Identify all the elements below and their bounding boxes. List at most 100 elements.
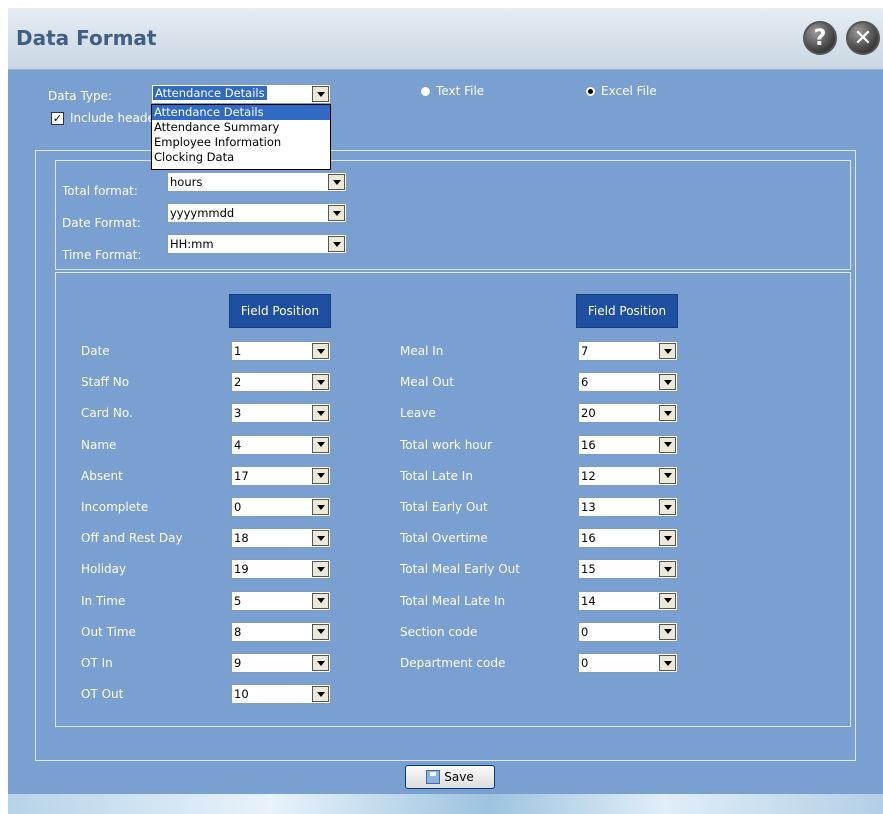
chevron-down-icon[interactable]: [659, 561, 676, 578]
field-label: Meal In: [400, 344, 444, 358]
chevron-down-icon[interactable]: [659, 436, 676, 453]
chevron-down-icon[interactable]: [659, 467, 676, 484]
dropdown-option[interactable]: Attendance Summary: [152, 120, 330, 135]
field-position-header-right: Field Position: [576, 294, 678, 328]
field-position-value: 3: [234, 406, 242, 421]
chevron-down-icon[interactable]: [312, 374, 329, 391]
time-format-label: Time Format:: [62, 248, 142, 262]
field-position-select[interactable]: 18: [231, 528, 331, 549]
chevron-down-icon[interactable]: [328, 174, 345, 190]
dropdown-option[interactable]: Employee Information: [152, 135, 330, 150]
chevron-down-icon[interactable]: [659, 592, 676, 609]
field-position-select[interactable]: 5: [231, 590, 331, 611]
time-format-value: HH:mm: [170, 237, 214, 251]
field-position-select[interactable]: 0: [231, 497, 331, 517]
field-position-select[interactable]: 1: [231, 341, 331, 361]
chevron-down-icon[interactable]: [659, 623, 676, 640]
field-position-select[interactable]: 16: [578, 434, 678, 455]
field-position-select[interactable]: 0: [578, 621, 678, 642]
field-position-value: 0: [581, 624, 589, 639]
dropdown-option[interactable]: Attendance Details: [152, 105, 330, 120]
chevron-down-icon[interactable]: [659, 499, 676, 515]
field-position-value: 4: [234, 437, 242, 452]
chevron-down-icon[interactable]: [312, 655, 329, 671]
field-label: Date: [81, 344, 110, 358]
field-position-select[interactable]: 15: [578, 559, 678, 580]
field-position-select[interactable]: 2: [231, 372, 331, 393]
field-position-select[interactable]: 4: [231, 434, 331, 455]
chevron-down-icon[interactable]: [659, 374, 676, 391]
chevron-down-icon[interactable]: [659, 655, 676, 671]
save-label: Save: [444, 770, 474, 784]
text-file-radio[interactable]: [420, 86, 431, 97]
field-position-value: 9: [234, 656, 242, 670]
data-type-select[interactable]: Attendance Details: [151, 84, 331, 104]
data-type-dropdown[interactable]: Attendance Details Attendance Summary Em…: [151, 104, 331, 170]
chevron-down-icon[interactable]: [312, 86, 329, 102]
field-label: Card No.: [81, 406, 133, 421]
field-position-value: 17: [234, 468, 249, 483]
field-position-value: 1: [234, 344, 242, 358]
field-position-select[interactable]: 7: [578, 341, 678, 361]
field-position-value: 16: [581, 437, 596, 452]
data-type-label: Data Type:: [48, 89, 113, 103]
field-position-header-left: Field Position: [229, 294, 331, 328]
chevron-down-icon[interactable]: [659, 405, 676, 422]
chevron-down-icon[interactable]: [312, 405, 329, 422]
chevron-down-icon[interactable]: [312, 499, 329, 515]
field-position-select[interactable]: 20: [578, 403, 678, 424]
field-label: OT Out: [81, 687, 124, 702]
field-position-value: 6: [581, 375, 589, 390]
field-position-value: 14: [581, 593, 596, 608]
field-position-value: 15: [581, 562, 596, 577]
field-position-select[interactable]: 3: [231, 403, 331, 424]
field-position-select[interactable]: 16: [578, 528, 678, 549]
total-format-select[interactable]: hours: [167, 172, 347, 192]
chevron-down-icon[interactable]: [328, 236, 345, 252]
field-position-value: 18: [234, 531, 249, 546]
field-position-select[interactable]: 0: [578, 653, 678, 673]
text-file-label: Text File: [436, 84, 485, 98]
help-icon[interactable]: ?: [803, 21, 837, 55]
field-position-select[interactable]: 10: [231, 684, 331, 705]
field-position-value: 8: [234, 624, 242, 639]
chevron-down-icon[interactable]: [312, 686, 329, 703]
dropdown-option[interactable]: Clocking Data: [152, 150, 330, 165]
excel-file-radio[interactable]: [585, 86, 596, 97]
bottom-decoration: [8, 794, 883, 814]
title-bar: Data Format ? ✕: [8, 8, 883, 70]
time-format-select[interactable]: HH:mm: [167, 234, 347, 254]
field-position-select[interactable]: 19: [231, 559, 331, 580]
field-position-select[interactable]: 12: [578, 465, 678, 486]
field-position-value: 16: [581, 531, 596, 546]
field-label: Out Time: [81, 624, 136, 639]
field-position-value: 19: [234, 562, 249, 577]
field-position-select[interactable]: 14: [578, 590, 678, 611]
field-label: In Time: [81, 593, 126, 608]
field-position-select[interactable]: 9: [231, 653, 331, 673]
chevron-down-icon[interactable]: [312, 436, 329, 453]
date-format-select[interactable]: yyyymmdd: [167, 203, 347, 223]
chevron-down-icon[interactable]: [312, 343, 329, 359]
chevron-down-icon[interactable]: [312, 623, 329, 640]
include-header-checkbox[interactable]: ✓: [51, 112, 64, 125]
chevron-down-icon[interactable]: [659, 343, 676, 359]
chevron-down-icon[interactable]: [659, 530, 676, 547]
field-label: Section code: [400, 624, 478, 639]
field-position-select[interactable]: 8: [231, 621, 331, 642]
chevron-down-icon[interactable]: [312, 592, 329, 609]
field-position-select[interactable]: 17: [231, 465, 331, 486]
save-icon: [426, 770, 441, 784]
chevron-down-icon[interactable]: [312, 561, 329, 578]
close-icon[interactable]: ✕: [846, 21, 880, 55]
field-label: Total Meal Late In: [400, 593, 506, 608]
save-button[interactable]: Save: [405, 765, 495, 789]
chevron-down-icon[interactable]: [328, 205, 345, 221]
field-position-select[interactable]: 6: [578, 372, 678, 393]
field-label: Absent: [81, 468, 123, 483]
field-position-value: 2: [234, 375, 242, 390]
chevron-down-icon[interactable]: [312, 530, 329, 547]
field-position-select[interactable]: 13: [578, 497, 678, 517]
total-format-label: Total format:: [62, 184, 138, 198]
chevron-down-icon[interactable]: [312, 467, 329, 484]
